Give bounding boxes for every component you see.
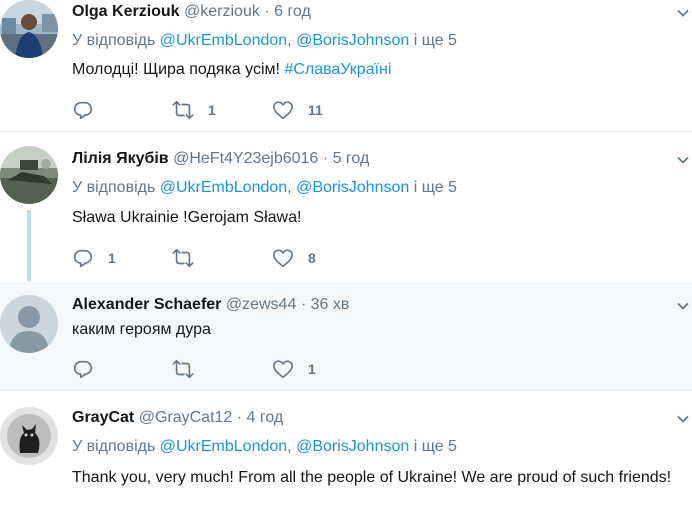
mention-link[interactable]: @UkrEmbLondon bbox=[160, 179, 287, 196]
like-button[interactable]: 11 bbox=[272, 99, 372, 121]
display-name[interactable]: Alexander Schaefer bbox=[72, 296, 221, 313]
avatar[interactable] bbox=[0, 0, 58, 58]
separator-dot: · bbox=[322, 150, 329, 167]
retweet-count: 1 bbox=[208, 102, 216, 118]
mention-link[interactable]: @BorisJohnson bbox=[296, 438, 409, 455]
like-count: 1 bbox=[308, 361, 316, 377]
heart-icon bbox=[273, 101, 293, 120]
reply-icon bbox=[73, 101, 93, 120]
reply-button[interactable] bbox=[72, 99, 172, 121]
chevron-down-icon[interactable] bbox=[676, 299, 690, 313]
tweet-actions: 1 11 bbox=[72, 98, 372, 122]
display-name[interactable]: Лілія Якубів bbox=[72, 150, 169, 167]
comma: , bbox=[287, 179, 292, 196]
tweet-text: Sława Ukrainie !Gerojam Sława! bbox=[72, 209, 302, 226]
separator-dot: · bbox=[264, 3, 270, 20]
reply-icon bbox=[73, 249, 93, 268]
retweet-icon bbox=[172, 359, 194, 379]
separator-dot: · bbox=[236, 409, 243, 426]
timestamp[interactable]: 5 год bbox=[333, 150, 370, 167]
retweet-button[interactable] bbox=[172, 247, 272, 269]
comma: , bbox=[287, 32, 292, 49]
tweet-header: Alexander Schaefer @zews44 · 36 хв bbox=[72, 295, 349, 315]
chevron-down-icon[interactable] bbox=[676, 153, 690, 167]
tweet-header: Лілія Якубів @HeFt4Y23ejb6016 · 5 год bbox=[72, 149, 369, 169]
like-count: 11 bbox=[308, 102, 323, 118]
heart-icon bbox=[273, 249, 293, 268]
display-name[interactable]: Olga Kerziouk bbox=[72, 3, 180, 20]
timestamp[interactable]: 4 год bbox=[247, 409, 284, 426]
like-count: 8 bbox=[308, 250, 316, 266]
like-button[interactable]: 1 bbox=[272, 358, 372, 380]
mention-link[interactable]: @UkrEmbLondon bbox=[160, 32, 287, 49]
display-name[interactable]: GrayCat bbox=[72, 409, 134, 426]
reply-prefix: У відповідь bbox=[72, 32, 156, 49]
chevron-down-icon[interactable] bbox=[676, 6, 690, 20]
like-button[interactable]: 8 bbox=[272, 247, 372, 269]
reply-count: 1 bbox=[108, 250, 116, 266]
mention-link[interactable]: @BorisJohnson bbox=[296, 32, 409, 49]
reply-icon bbox=[73, 360, 93, 379]
reply-more[interactable]: і ще 5 bbox=[414, 179, 457, 196]
timestamp[interactable]: 6 год bbox=[274, 3, 311, 20]
comma: , bbox=[287, 438, 292, 455]
tweet-alexander-schaefer[interactable]: Alexander Schaefer @zews44 · 36 хв каким… bbox=[0, 281, 692, 391]
avatar[interactable] bbox=[0, 407, 58, 465]
user-handle[interactable]: @HeFt4Y23ejb6016 bbox=[173, 150, 318, 167]
retweet-button[interactable] bbox=[172, 358, 272, 380]
thread-line bbox=[27, 210, 31, 282]
tweet-olga-kerziouk[interactable]: Olga Kerziouk @kerziouk · 6 год У відпов… bbox=[0, 0, 692, 132]
mention-link[interactable]: @BorisJohnson bbox=[296, 179, 409, 196]
reply-more[interactable]: і ще 5 bbox=[414, 32, 457, 49]
retweet-icon bbox=[172, 248, 194, 268]
user-handle[interactable]: @kerziouk bbox=[184, 3, 260, 20]
user-handle[interactable]: @zews44 bbox=[226, 296, 297, 313]
tweet-actions: 1 8 bbox=[72, 246, 372, 270]
tweet-graycat[interactable]: GrayCat @GrayCat12 · 4 год У відповідь @… bbox=[0, 391, 692, 529]
tweet-header: GrayCat @GrayCat12 · 4 год bbox=[72, 408, 283, 428]
reply-button[interactable] bbox=[72, 358, 172, 380]
tweet-text-body: Молодці! Щира подяка усім! bbox=[72, 61, 285, 78]
hashtag-link[interactable]: #СлаваУкраїні bbox=[284, 61, 391, 78]
tweet-header: Olga Kerziouk @kerziouk · 6 год bbox=[72, 2, 311, 22]
avatar[interactable] bbox=[0, 146, 58, 204]
reply-prefix: У відповідь bbox=[72, 438, 156, 455]
user-handle[interactable]: @GrayCat12 bbox=[139, 409, 233, 426]
replying-to: У відповідь @UkrEmbLondon, @BorisJohnson… bbox=[72, 31, 457, 51]
mention-link[interactable]: @UkrEmbLondon bbox=[160, 438, 287, 455]
tweet-text: каким героям дура bbox=[72, 321, 211, 338]
separator-dot: · bbox=[300, 296, 307, 313]
reply-prefix: У відповідь bbox=[72, 179, 156, 196]
timestamp[interactable]: 36 хв bbox=[311, 296, 350, 313]
replying-to: У відповідь @UkrEmbLondon, @BorisJohnson… bbox=[72, 437, 457, 457]
chevron-down-icon[interactable] bbox=[676, 412, 690, 426]
tweet-text: Молодці! Щира подяка усім! #СлаваУкраїні bbox=[72, 58, 672, 82]
reply-more[interactable]: і ще 5 bbox=[414, 438, 457, 455]
tweet-liliia-yakubiv[interactable]: Лілія Якубів @HeFt4Y23ejb6016 · 5 год У … bbox=[0, 132, 692, 282]
tweet-text: Thank you, very much! From all the peopl… bbox=[72, 469, 672, 486]
retweet-icon bbox=[172, 100, 194, 120]
reply-button[interactable]: 1 bbox=[72, 247, 172, 269]
retweet-button[interactable]: 1 bbox=[172, 99, 272, 121]
tweet-actions: 1 bbox=[72, 357, 372, 381]
heart-icon bbox=[273, 360, 293, 379]
replying-to: У відповідь @UkrEmbLondon, @BorisJohnson… bbox=[72, 178, 457, 198]
avatar[interactable] bbox=[0, 295, 58, 353]
